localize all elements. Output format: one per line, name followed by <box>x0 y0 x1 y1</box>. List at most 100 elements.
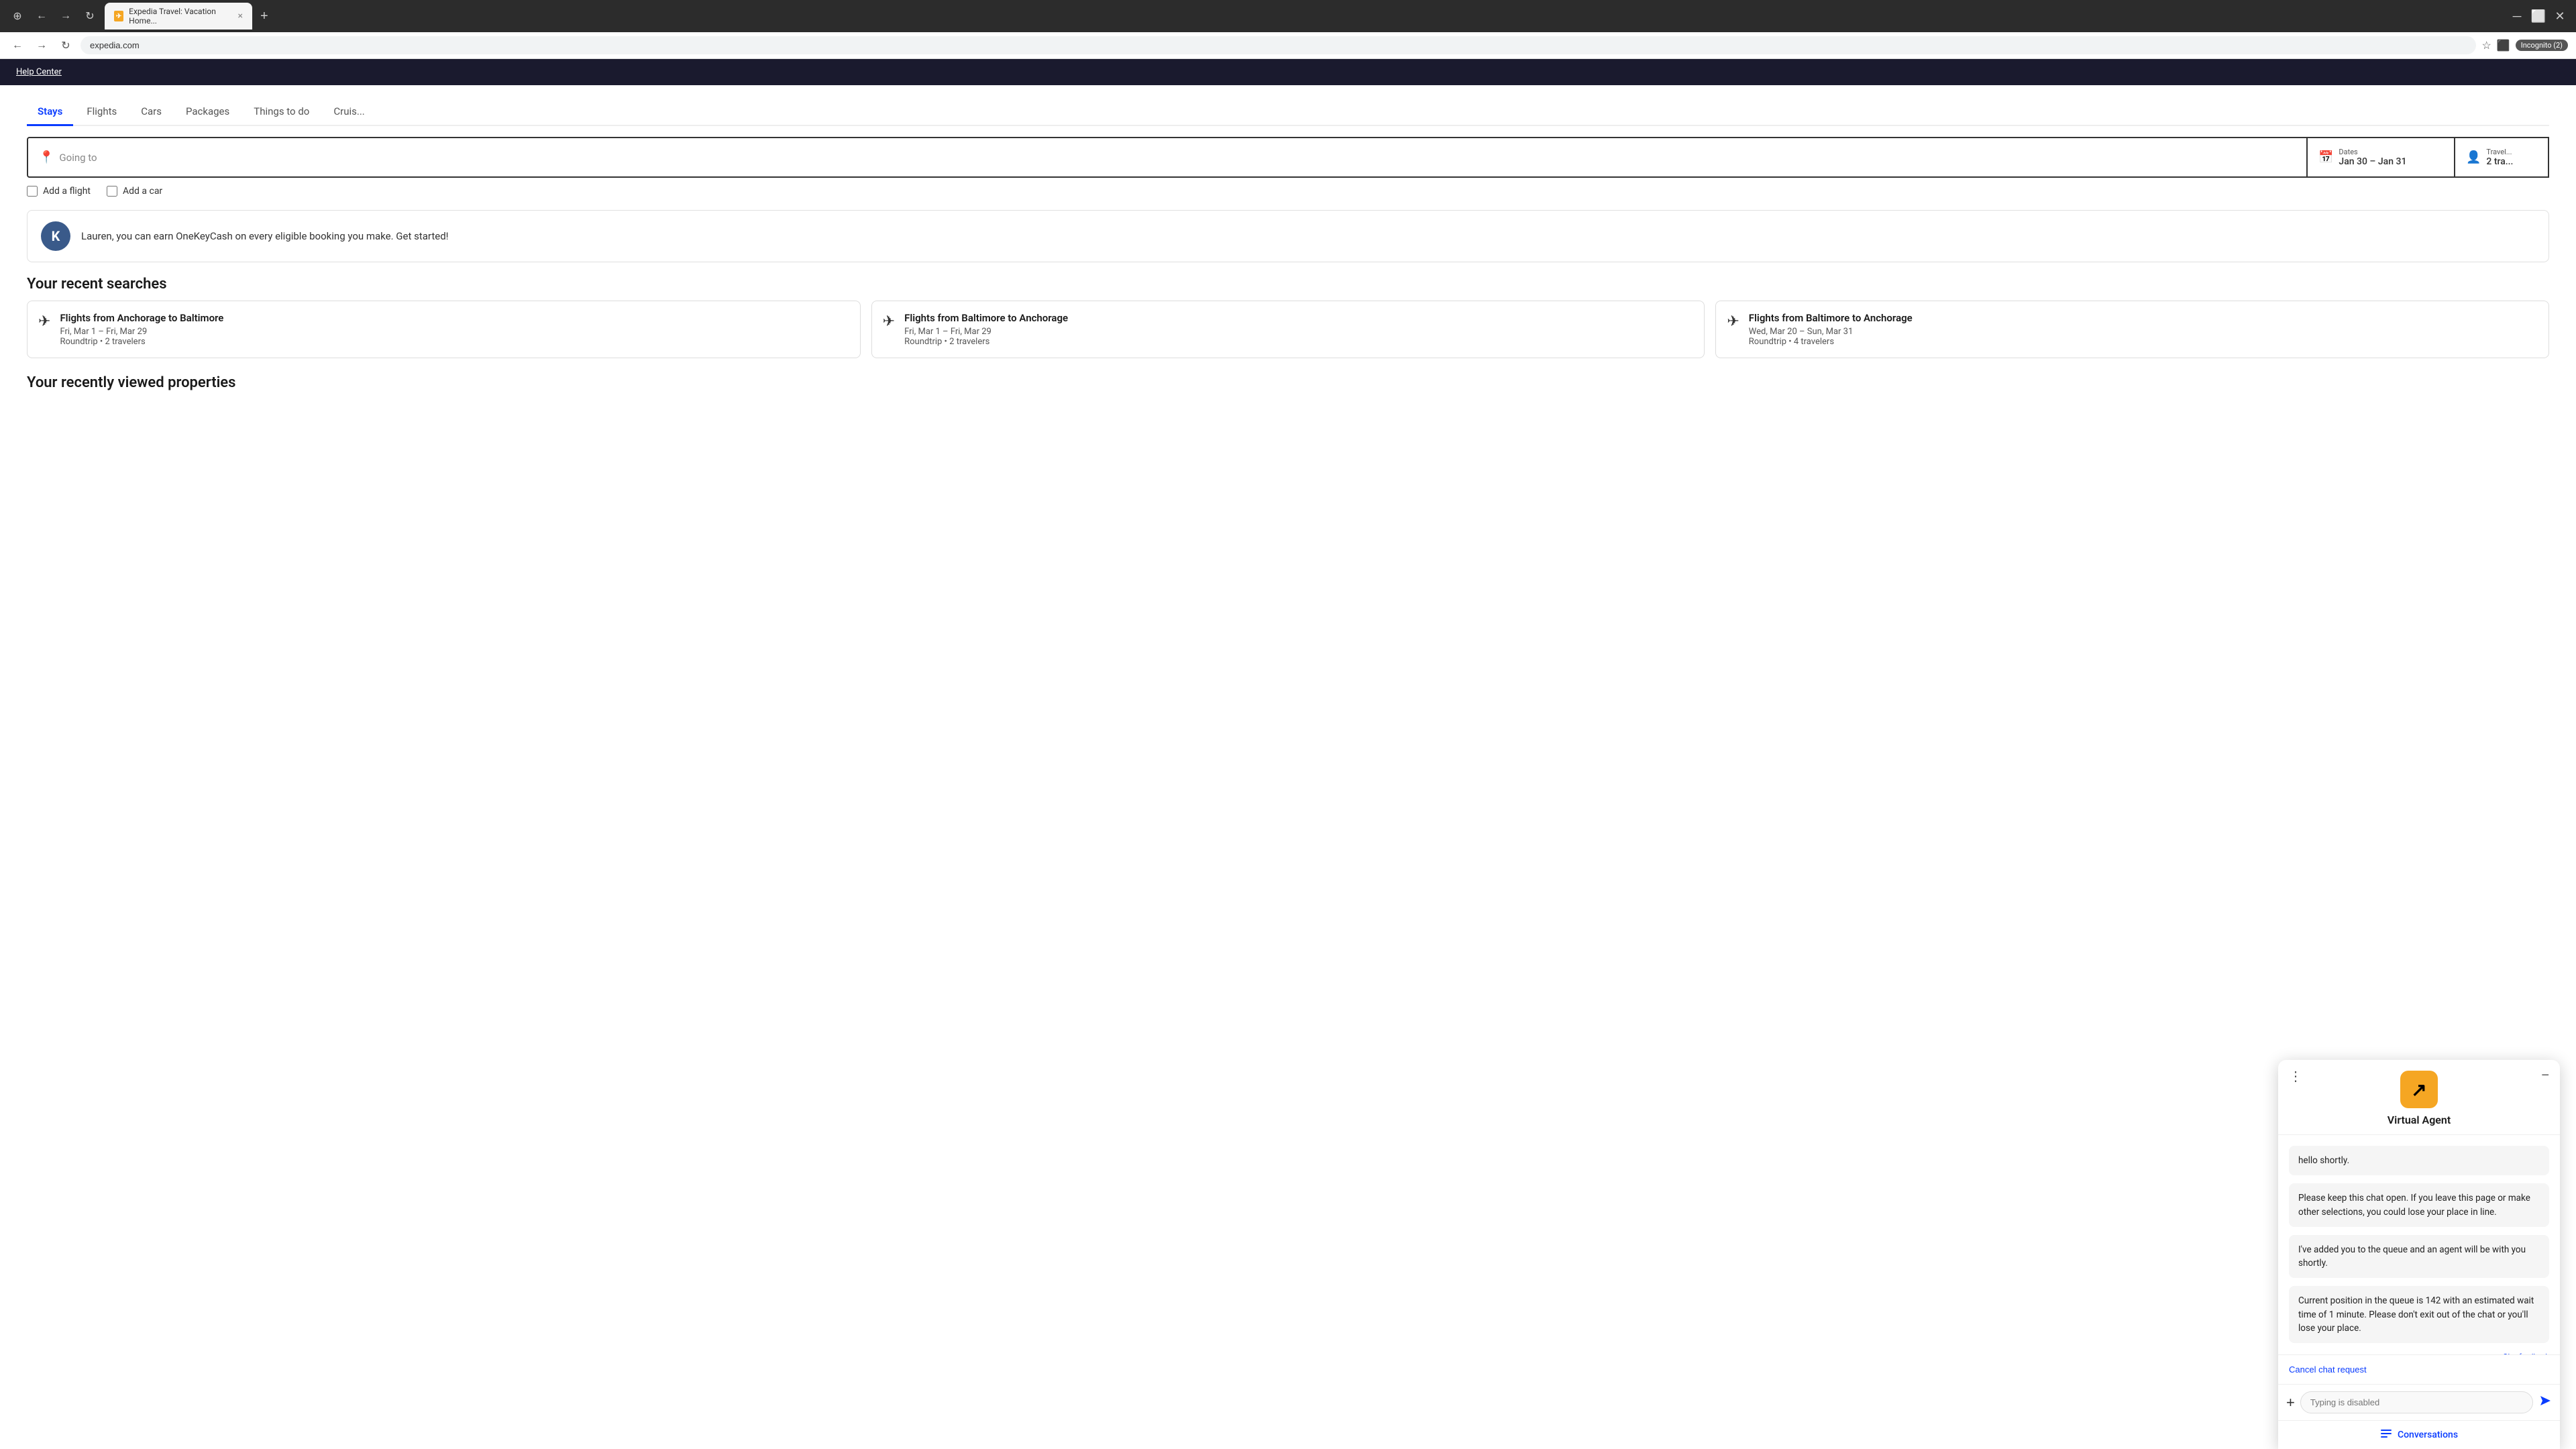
card-detail2-2: Roundtrip • 4 travelers <box>1749 337 1913 347</box>
forward-button[interactable]: → <box>56 7 75 25</box>
add-flight-label: Add a flight <box>43 186 91 197</box>
chat-message-2: I've added you to the queue and an agent… <box>2289 1235 2549 1279</box>
add-flight-checkbox[interactable] <box>27 186 38 197</box>
tab-cars[interactable]: Cars <box>130 99 172 126</box>
search-card-0[interactable]: ✈ Flights from Anchorage to Baltimore Fr… <box>27 301 861 358</box>
sidebar-icon[interactable]: ⬛ <box>2497 39 2510 52</box>
recently-viewed-heading: Your recently viewed properties <box>27 374 2549 391</box>
chat-message-3: Current position in the queue is 142 wit… <box>2289 1286 2549 1343</box>
browser-nav-controls: ⊕ ← → ↻ <box>8 7 99 25</box>
extras-row: Add a flight Add a car <box>27 186 2549 197</box>
card-info-2: Flights from Baltimore to Anchorage Wed,… <box>1749 312 1913 347</box>
search-bar: 📍 Going to 📅 Dates Jan 30 – Jan 31 👤 Tra… <box>27 137 2549 178</box>
conversations-icon <box>2380 1428 2392 1442</box>
flight-icon-2: ✈ <box>1727 313 1739 330</box>
chat-message-0: hello shortly. <box>2289 1146 2549 1175</box>
add-car-label: Add a car <box>123 186 162 197</box>
agent-title: Virtual Agent <box>2387 1114 2451 1126</box>
flight-icon-0: ✈ <box>38 313 50 330</box>
chat-input-row: + <box>2278 1384 2560 1420</box>
window-controls: ─ ⬜ ✕ <box>2509 8 2568 24</box>
dates-field[interactable]: 📅 Dates Jan 30 – Jan 31 <box>2308 137 2455 178</box>
tab-stays[interactable]: Stays <box>27 99 73 126</box>
destination-placeholder: Going to <box>59 152 97 164</box>
tab-packages[interactable]: Packages <box>175 99 240 126</box>
card-detail1-2: Wed, Mar 20 – Sun, Mar 31 <box>1749 327 1913 337</box>
add-car-checkbox[interactable] <box>107 186 117 197</box>
new-tab-button[interactable]: + <box>255 6 274 27</box>
minimize-window-button[interactable]: ─ <box>2509 8 2525 24</box>
restore-window-button[interactable]: ⬜ <box>2530 8 2546 24</box>
chat-footer: Conversations <box>2278 1420 2560 1449</box>
address-bar-right: ☆ ⬛ Incognito (2) <box>2481 39 2568 52</box>
dates-field-inner: Dates Jan 30 – Jan 31 <box>2339 148 2406 167</box>
active-tab[interactable]: ✈ Expedia Travel: Vacation Home... × <box>105 3 252 30</box>
card-info-0: Flights from Anchorage to Baltimore Fri,… <box>60 312 223 347</box>
browser-chrome: ⊕ ← → ↻ ✈ Expedia Travel: Vacation Home.… <box>0 0 2576 32</box>
cancel-chat-button[interactable]: Cancel chat request <box>2289 1362 2367 1377</box>
dates-value: Jan 30 – Jan 31 <box>2339 156 2406 167</box>
url-input[interactable] <box>80 36 2476 54</box>
card-title-1: Flights from Baltimore to Anchorage <box>904 312 1068 324</box>
tab-title: Expedia Travel: Vacation Home... <box>129 7 232 25</box>
card-detail1-0: Fri, Mar 1 – Fri, Mar 29 <box>60 327 223 337</box>
close-window-button[interactable]: ✕ <box>2552 8 2568 24</box>
chat-minimize-button[interactable]: − <box>2541 1068 2549 1083</box>
destination-field[interactable]: 📍 Going to <box>27 137 2308 178</box>
travelers-label: Travel... <box>2486 148 2513 156</box>
profile-switcher[interactable]: ⊕ <box>8 7 27 25</box>
conversations-link[interactable]: Conversations <box>2398 1430 2458 1440</box>
reload-button[interactable]: ↻ <box>80 7 99 25</box>
page-content: Help Center Stays Flights Cars Packages … <box>0 59 2576 1449</box>
chat-message-1: Please keep this chat open. If you leave… <box>2289 1183 2549 1227</box>
tab-bar: ✈ Expedia Travel: Vacation Home... × + <box>105 3 2498 30</box>
dates-label: Dates <box>2339 148 2406 156</box>
add-flight-checkbox-label[interactable]: Add a flight <box>27 186 91 197</box>
chat-header: ⋮ ↗ Virtual Agent − <box>2278 1060 2560 1135</box>
card-detail1-1: Fri, Mar 1 – Fri, Mar 29 <box>904 327 1068 337</box>
back-button[interactable]: ← <box>32 7 51 25</box>
card-detail2-0: Roundtrip • 2 travelers <box>60 337 223 347</box>
chat-options-button[interactable]: ⋮ <box>2289 1068 2302 1085</box>
agent-logo-arrow: ↗ <box>2411 1079 2426 1101</box>
tab-things-to-do[interactable]: Things to do <box>243 99 320 126</box>
calendar-icon: 📅 <box>2318 150 2333 164</box>
address-bar: ← → ↻ ☆ ⬛ Incognito (2) <box>0 32 2576 59</box>
help-center-link[interactable]: Help Center <box>16 67 62 77</box>
chat-add-button[interactable]: + <box>2286 1394 2295 1411</box>
card-title-0: Flights from Anchorage to Baltimore <box>60 312 223 324</box>
back-nav-button[interactable]: ← <box>8 36 27 55</box>
add-car-checkbox-label[interactable]: Add a car <box>107 186 162 197</box>
card-detail2-1: Roundtrip • 2 travelers <box>904 337 1068 347</box>
incognito-badge[interactable]: Incognito (2) <box>2516 40 2568 51</box>
chat-input <box>2300 1391 2533 1413</box>
banner-avatar: K <box>41 221 70 251</box>
search-card-2[interactable]: ✈ Flights from Baltimore to Anchorage We… <box>1715 301 2549 358</box>
site-header: Help Center <box>0 59 2576 85</box>
card-info-1: Flights from Baltimore to Anchorage Fri,… <box>904 312 1068 347</box>
person-icon: 👤 <box>2466 150 2481 164</box>
travelers-field[interactable]: 👤 Travel... 2 tra... <box>2455 137 2549 178</box>
bookmark-icon[interactable]: ☆ <box>2481 39 2491 52</box>
chat-messages: hello shortly. Please keep this chat ope… <box>2278 1135 2560 1354</box>
recent-searches-cards: ✈ Flights from Anchorage to Baltimore Fr… <box>0 301 2576 358</box>
search-tabs: Stays Flights Cars Packages Things to do… <box>27 99 2549 126</box>
card-title-2: Flights from Baltimore to Anchorage <box>1749 312 1913 324</box>
forward-nav-button[interactable]: → <box>32 36 51 55</box>
travelers-field-inner: Travel... 2 tra... <box>2486 148 2513 167</box>
tab-favicon: ✈ <box>114 11 123 21</box>
recent-searches-heading: Your recent searches <box>27 276 2549 292</box>
flight-icon-1: ✈ <box>883 313 895 330</box>
chat-send-button[interactable] <box>2538 1394 2552 1411</box>
location-icon: 📍 <box>39 150 54 164</box>
onekeycash-banner: K Lauren, you can earn OneKeyCash on eve… <box>27 210 2549 262</box>
reload-nav-button[interactable]: ↻ <box>56 36 75 55</box>
travelers-value: 2 tra... <box>2486 156 2513 167</box>
chat-widget: ⋮ ↗ Virtual Agent − hello shortly. Pleas… <box>2278 1060 2560 1449</box>
search-section: Stays Flights Cars Packages Things to do… <box>0 85 2576 210</box>
tab-cruises[interactable]: Cruis... <box>323 99 375 126</box>
tab-flights[interactable]: Flights <box>76 99 127 126</box>
search-card-1[interactable]: ✈ Flights from Baltimore to Anchorage Fr… <box>871 301 1705 358</box>
tab-close-button[interactable]: × <box>238 11 243 21</box>
chat-actions: Cancel chat request <box>2278 1354 2560 1384</box>
